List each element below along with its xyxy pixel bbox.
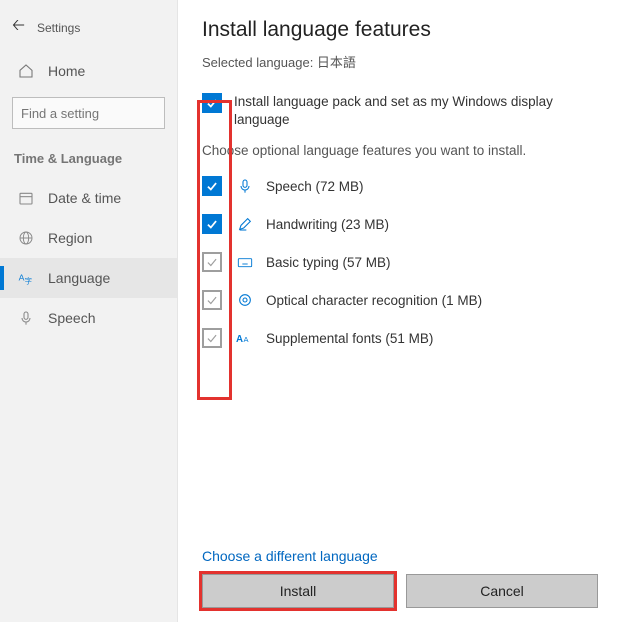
sidebar: 🡠 Settings Home Time & Language Date & t… (0, 0, 178, 622)
optional-description: Choose optional language features you wa… (202, 143, 598, 158)
search-input[interactable] (21, 106, 156, 121)
svg-text:A: A (244, 335, 249, 344)
home-icon (18, 63, 34, 79)
svg-text:A: A (236, 334, 243, 345)
language-icon: A字 (18, 270, 34, 286)
checkbox-ocr (202, 290, 222, 310)
settings-label: Settings (37, 21, 80, 35)
calendar-icon (18, 190, 34, 206)
main-panel: Install language features Selected langu… (178, 0, 622, 622)
sidebar-item-date-time[interactable]: Date & time (0, 178, 177, 218)
feature-label: Speech (72 MB) (266, 179, 364, 194)
checkbox-fonts (202, 328, 222, 348)
sidebar-item-speech[interactable]: Speech (0, 298, 177, 338)
feature-label: Optical character recognition (1 MB) (266, 293, 482, 308)
svg-text:A: A (19, 273, 25, 283)
ocr-icon (236, 292, 254, 308)
install-button[interactable]: Install (202, 574, 394, 608)
checkbox-handwriting[interactable] (202, 214, 222, 234)
sidebar-item-label: Speech (48, 310, 95, 326)
feature-label: Supplemental fonts (51 MB) (266, 331, 433, 346)
checkbox-display-language[interactable] (202, 93, 222, 113)
page-subtitle: Selected language: 日本語 (202, 52, 598, 71)
font-icon: AA (236, 330, 254, 346)
microphone-icon (18, 310, 34, 326)
sidebar-item-label: Region (48, 230, 92, 246)
search-input-wrapper[interactable] (12, 97, 165, 129)
pen-icon (236, 216, 254, 232)
home-button[interactable]: Home (0, 51, 177, 91)
sidebar-item-region[interactable]: Region (0, 218, 177, 258)
sidebar-category: Time & Language (0, 143, 177, 178)
keyboard-icon (236, 254, 254, 270)
sidebar-item-label: Language (48, 270, 110, 286)
choose-different-language-link[interactable]: Choose a different language (202, 548, 598, 564)
feature-label: Handwriting (23 MB) (266, 217, 389, 232)
back-icon[interactable]: 🡠 (12, 14, 25, 41)
checkbox-basic-typing (202, 252, 222, 272)
display-language-label: Install language pack and set as my Wind… (234, 93, 598, 129)
sidebar-item-language[interactable]: A字 Language (0, 258, 177, 298)
page-title: Install language features (202, 18, 598, 42)
checkbox-speech[interactable] (202, 176, 222, 196)
globe-icon (18, 230, 34, 246)
feature-label: Basic typing (57 MB) (266, 255, 391, 270)
microphone-icon (236, 178, 254, 194)
svg-text:字: 字 (25, 276, 32, 285)
sidebar-item-label: Date & time (48, 190, 121, 206)
cancel-button[interactable]: Cancel (406, 574, 598, 608)
home-label: Home (48, 63, 85, 79)
